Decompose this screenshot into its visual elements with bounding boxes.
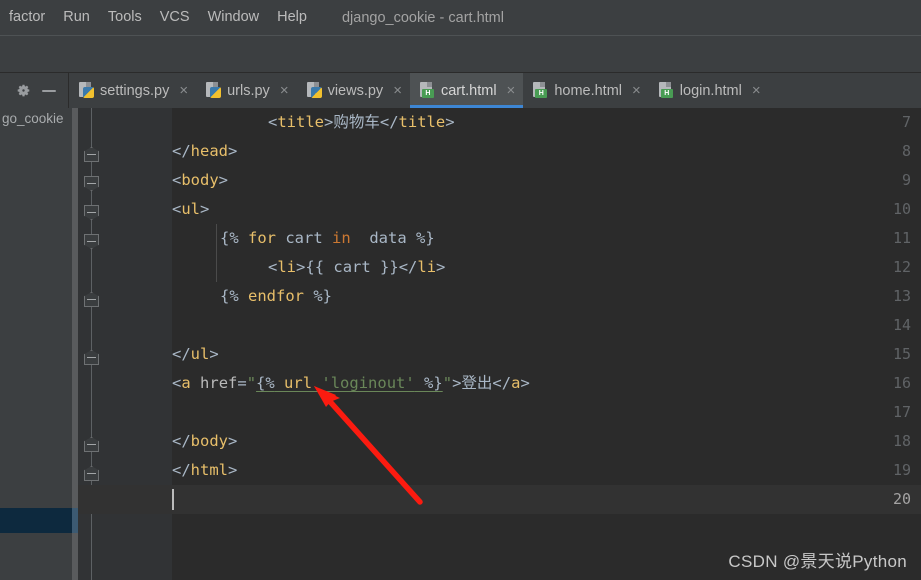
menu-item-label: VCS bbox=[159, 9, 190, 25]
code-line-15: </ul> bbox=[172, 345, 219, 363]
code-line-8: </head> bbox=[172, 142, 238, 160]
tab-label: home.html bbox=[554, 82, 623, 99]
line-number-15: 15 bbox=[892, 345, 911, 363]
line-number-9: 9 bbox=[901, 171, 911, 189]
code-line-9: <body> bbox=[172, 171, 229, 189]
line-number-20: 20 bbox=[892, 490, 911, 508]
watermark: CSDN @景天说Python bbox=[728, 552, 907, 571]
code-line-10: <ul> bbox=[172, 200, 210, 218]
tab-label: settings.py bbox=[100, 82, 170, 99]
html-badge: H bbox=[535, 89, 548, 98]
project-sidebar[interactable]: go_cookie bbox=[0, 108, 72, 580]
tab-cart-html[interactable]: H cart.html × bbox=[409, 73, 524, 108]
main-toolbar bbox=[0, 36, 921, 73]
code-content[interactable]: <title>购物车</title> </head> <body> <ul> {… bbox=[78, 108, 921, 580]
gear-icon[interactable] bbox=[10, 78, 36, 104]
tab-close-icon[interactable]: × bbox=[393, 83, 402, 98]
menu-item-vcs[interactable]: VCS bbox=[151, 0, 199, 35]
line-number-12: 12 bbox=[892, 258, 911, 276]
code-line-12: <li>{{ cart }}</li> bbox=[268, 258, 446, 276]
line-number-7: 7 bbox=[901, 113, 911, 131]
menu-item-window[interactable]: Window bbox=[199, 0, 269, 35]
menu-item-tools[interactable]: Tools bbox=[99, 0, 151, 35]
window-title: django_cookie - cart.html bbox=[341, 9, 504, 26]
ide-window: factor Run Tools VCS Window Help django_… bbox=[0, 0, 921, 580]
html-file-icon: H bbox=[533, 82, 548, 99]
tab-close-icon[interactable]: × bbox=[507, 83, 516, 98]
code-editor[interactable]: <title>购物车</title> </head> <body> <ul> {… bbox=[78, 108, 921, 580]
tab-views-py[interactable]: views.py × bbox=[297, 73, 410, 108]
editor-tab-bar: settings.py × urls.py × views.py × H car… bbox=[0, 73, 921, 108]
tab-tool-buttons bbox=[0, 73, 69, 108]
menu-item-label: Help bbox=[277, 9, 307, 25]
menu-item-run[interactable]: Run bbox=[54, 0, 99, 35]
html-file-icon: H bbox=[419, 82, 435, 99]
line-number-18: 18 bbox=[892, 432, 911, 450]
menu-bar: factor Run Tools VCS Window Help django_… bbox=[0, 0, 921, 36]
menu-item-label: factor bbox=[9, 9, 46, 25]
tab-home-html[interactable]: H home.html × bbox=[523, 73, 648, 108]
tab-settings-py[interactable]: settings.py × bbox=[69, 73, 196, 108]
menu-item-help[interactable]: Help bbox=[268, 0, 316, 35]
line-number-14: 14 bbox=[892, 316, 911, 334]
tab-close-icon[interactable]: × bbox=[752, 83, 761, 98]
code-line-11: {% for cart in data %} bbox=[220, 229, 435, 247]
code-line-13: {% endfor %} bbox=[220, 287, 332, 305]
line-number-10: 10 bbox=[892, 200, 911, 218]
text-caret bbox=[172, 489, 174, 510]
line-number-11: 11 bbox=[892, 229, 911, 247]
menu-item-label: Window bbox=[207, 9, 260, 25]
sidebar-selected-row[interactable] bbox=[0, 508, 72, 533]
menu-item-label: Tools bbox=[107, 9, 142, 25]
minimize-icon[interactable] bbox=[36, 78, 62, 104]
line-number-17: 17 bbox=[892, 403, 911, 421]
menu-item-refactor[interactable]: factor bbox=[0, 0, 54, 35]
tab-close-icon[interactable]: × bbox=[179, 83, 188, 98]
line-number-16: 16 bbox=[892, 374, 911, 392]
html-badge: H bbox=[660, 89, 673, 98]
html-badge: H bbox=[421, 89, 434, 98]
tab-label: cart.html bbox=[440, 82, 497, 99]
line-number-13: 13 bbox=[892, 287, 911, 305]
tab-label: login.html bbox=[679, 82, 742, 99]
menu-item-label: Run bbox=[63, 9, 90, 25]
line-number-8: 8 bbox=[901, 142, 911, 160]
tab-label: views.py bbox=[327, 82, 384, 99]
tab-label: urls.py bbox=[227, 82, 270, 99]
python-file-icon bbox=[306, 82, 322, 99]
tab-close-icon[interactable]: × bbox=[632, 83, 641, 98]
python-file-icon bbox=[206, 82, 222, 99]
python-file-icon bbox=[79, 82, 94, 99]
code-line-16: <a href="{% url 'loginout' %}">登出</a> bbox=[172, 374, 530, 392]
code-line-7: <title>购物车</title> bbox=[268, 113, 455, 131]
tab-urls-py[interactable]: urls.py × bbox=[196, 73, 296, 108]
code-line-19: </html> bbox=[172, 461, 238, 479]
html-file-icon: H bbox=[658, 82, 674, 99]
tab-login-html[interactable]: H login.html × bbox=[649, 73, 769, 108]
tab-close-icon[interactable]: × bbox=[280, 83, 289, 98]
line-number-19: 19 bbox=[892, 461, 911, 479]
sidebar-item-django-cookie[interactable]: go_cookie bbox=[0, 108, 72, 130]
code-line-18: </body> bbox=[172, 432, 238, 450]
